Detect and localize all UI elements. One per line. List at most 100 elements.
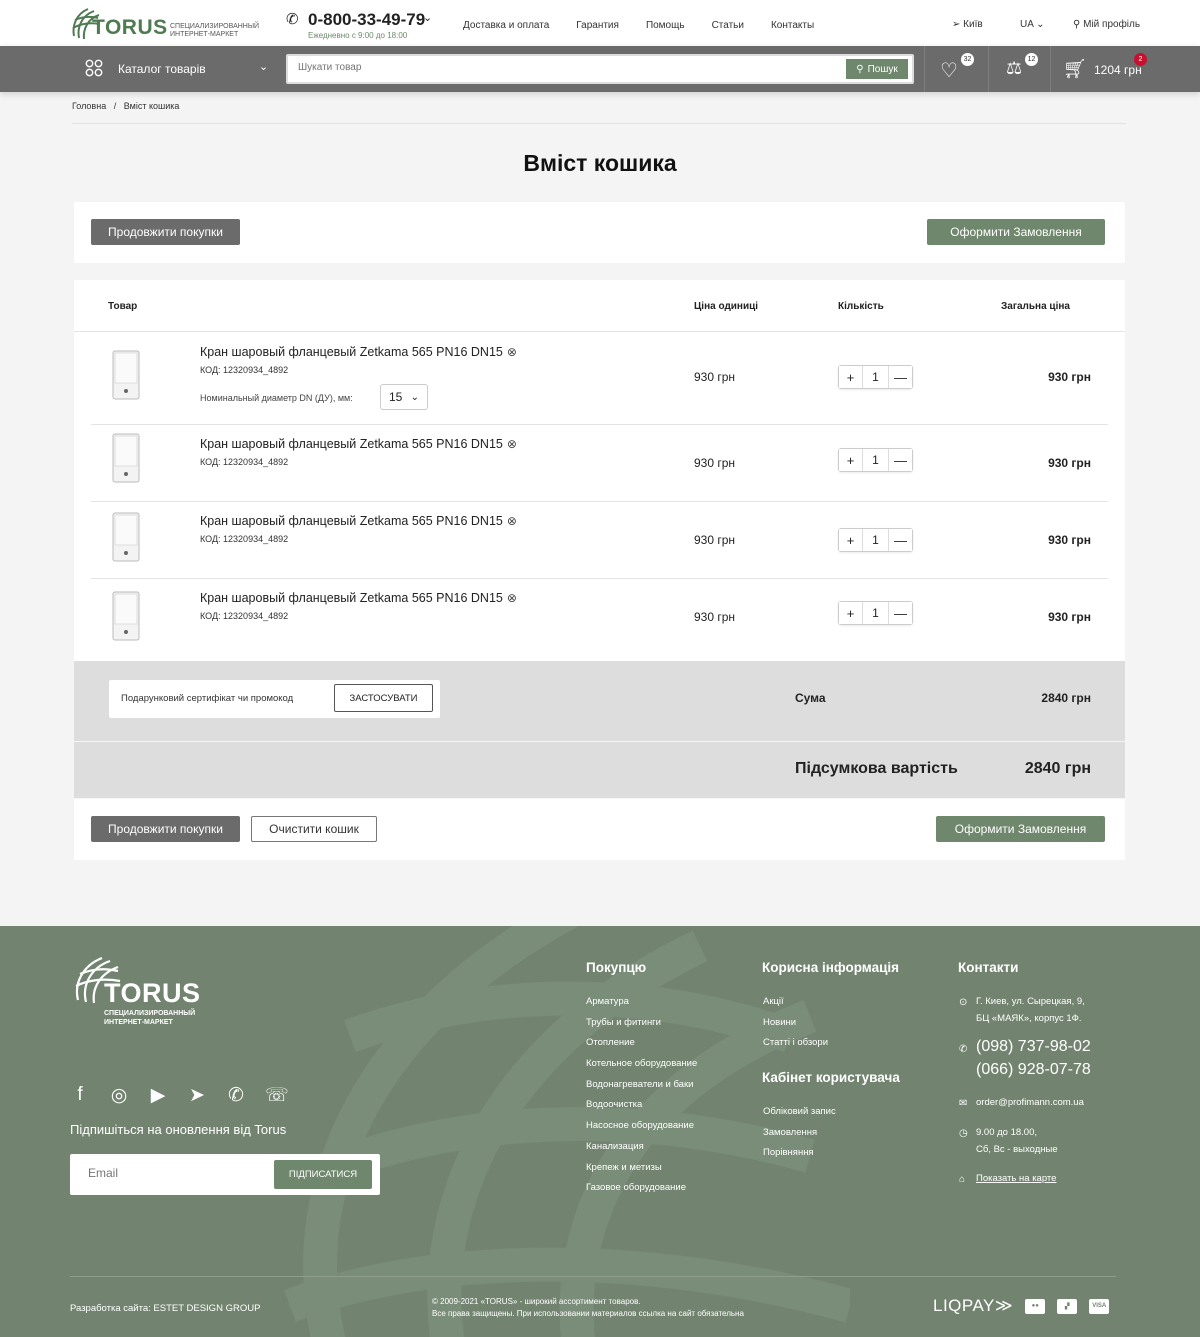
remove-item-icon[interactable]: ⊗ bbox=[507, 591, 517, 605]
compare-scales-icon[interactable]: ⚖ bbox=[1006, 58, 1022, 79]
profile-label: Мій профіль bbox=[1083, 19, 1141, 30]
catalog-grid-icon[interactable] bbox=[85, 59, 103, 77]
language-selector[interactable]: UA ⌄ bbox=[1020, 19, 1045, 30]
footer-link[interactable]: Порівняння bbox=[763, 1147, 836, 1168]
cart-total[interactable]: 1204 грн bbox=[1094, 63, 1142, 77]
promo-code-label[interactable]: Подарунковий сертифікат чи промокод bbox=[121, 693, 293, 704]
city-selector[interactable]: ➢ Київ bbox=[952, 19, 983, 30]
wishlist-heart-icon[interactable]: ♡ bbox=[940, 58, 958, 83]
whatsapp-icon[interactable]: ☏ bbox=[265, 1084, 289, 1107]
footer-link[interactable]: Акції bbox=[763, 996, 828, 1017]
quantity-input[interactable] bbox=[862, 449, 889, 471]
header-phone[interactable]: 0-800-33-49-79 bbox=[308, 10, 425, 30]
footer-link[interactable]: Статті і обзори bbox=[763, 1037, 828, 1058]
checkout-button[interactable]: Оформити Замовлення bbox=[936, 816, 1105, 842]
address-line-1: Г. Киев, ул. Сырецкая, 9, bbox=[976, 996, 1085, 1007]
nav-contacts[interactable]: Контакты bbox=[771, 20, 814, 31]
footer-link[interactable]: Водонагреватели и баки bbox=[586, 1079, 697, 1100]
breadcrumb-separator: / bbox=[113, 101, 117, 111]
telegram-icon[interactable]: ➤ bbox=[187, 1084, 207, 1107]
continue-shopping-button[interactable]: Продовжити покупки bbox=[91, 816, 240, 842]
profile-link[interactable]: ⚲ Мій профіль bbox=[1073, 19, 1140, 30]
footer-link[interactable]: Трубы и фитинги bbox=[586, 1017, 697, 1038]
email: ✉ order@profimann.com.ua bbox=[959, 1094, 1084, 1111]
logo[interactable]: TORUS СПЕЦИАЛИЗИРОВАННЫЙ ИНТЕРНЕТ-МАРКЕТ bbox=[70, 6, 259, 42]
footer-phone-2[interactable]: (066) 928-07-78 bbox=[976, 1061, 1091, 1079]
remove-item-icon[interactable]: ⊗ bbox=[507, 437, 517, 451]
email-field[interactable] bbox=[88, 1166, 258, 1180]
diameter-select[interactable]: 15 ⌄ bbox=[380, 384, 428, 410]
apply-promo-button[interactable]: ЗАСТОСУВАТИ bbox=[334, 684, 433, 712]
footer-link[interactable]: Газовое оборудование bbox=[586, 1182, 697, 1203]
product-name[interactable]: Кран шаровый фланцевый Zetkama 565 PN16 … bbox=[200, 345, 517, 359]
increase-quantity-button[interactable]: + bbox=[839, 449, 862, 471]
footer-link[interactable]: Арматура bbox=[586, 996, 697, 1017]
catalog-button[interactable]: Каталог товарів bbox=[118, 62, 206, 76]
breadcrumb-home[interactable]: Головна bbox=[72, 101, 106, 111]
map-link[interactable]: ⌂ Показать на карте bbox=[959, 1170, 1056, 1187]
nav-help[interactable]: Помощь bbox=[646, 20, 685, 31]
remove-item-icon[interactable]: ⊗ bbox=[507, 345, 517, 359]
unit-price: 930 грн bbox=[694, 456, 736, 470]
decrease-quantity-button[interactable]: — bbox=[889, 529, 912, 551]
phone-icon: ✆ bbox=[286, 11, 299, 28]
increase-quantity-button[interactable]: + bbox=[839, 366, 862, 388]
row-total: 930 грн bbox=[1048, 370, 1091, 384]
cart-table: Товар Ціна одиниці Кількість Загальна ці… bbox=[74, 280, 1125, 661]
promo-sum-band: Подарунковий сертифікат чи промокод ЗАСТ… bbox=[74, 661, 1125, 741]
nav-articles[interactable]: Статьи bbox=[712, 20, 744, 31]
instagram-icon[interactable]: ◎ bbox=[109, 1084, 129, 1107]
clear-cart-button[interactable]: Очистити кошик bbox=[251, 816, 377, 842]
search-input[interactable] bbox=[298, 62, 818, 73]
product-image[interactable] bbox=[110, 433, 142, 485]
wishlist-badge: 32 bbox=[961, 53, 974, 66]
footer-col-title-info: Корисна інформація bbox=[762, 960, 900, 975]
search-button[interactable]: ⚲ Пошук bbox=[846, 59, 908, 79]
product-image[interactable] bbox=[110, 512, 142, 564]
quantity-input[interactable] bbox=[862, 602, 889, 624]
footer-link[interactable]: Обліковий запис bbox=[763, 1106, 836, 1127]
checkout-button[interactable]: Оформити Замовлення bbox=[927, 219, 1105, 245]
map-icon: ⌂ bbox=[959, 1174, 966, 1185]
chevron-down-icon[interactable]: ⌄ bbox=[423, 11, 432, 24]
youtube-icon[interactable]: ▶ bbox=[148, 1084, 168, 1107]
product-name-text: Кран шаровый фланцевый Zetkama 565 PN16 … bbox=[200, 437, 503, 451]
subscribe-button[interactable]: ПІДПИСАТИСЯ bbox=[274, 1160, 372, 1189]
decrease-quantity-button[interactable]: — bbox=[889, 602, 912, 624]
email-link[interactable]: order@profimann.com.ua bbox=[976, 1094, 1084, 1111]
footer-link[interactable]: Отопление bbox=[586, 1037, 697, 1058]
footer-link[interactable]: Крепеж и метизы bbox=[586, 1162, 697, 1183]
facebook-icon[interactable]: f bbox=[70, 1084, 90, 1107]
footer: TORUS СПЕЦИАЛИЗИРОВАННЫЙ ИНТЕРНЕТ-МАРКЕТ… bbox=[0, 926, 1200, 1337]
nav-delivery[interactable]: Доставка и оплата bbox=[463, 20, 549, 31]
footer-link[interactable]: Канализация bbox=[586, 1141, 697, 1162]
product-name[interactable]: Кран шаровый фланцевый Zetkama 565 PN16 … bbox=[200, 591, 517, 605]
footer-phone-1[interactable]: (098) 737-98-02 bbox=[976, 1038, 1091, 1056]
footer-link[interactable]: Насосное оборудование bbox=[586, 1120, 697, 1141]
quantity-input[interactable] bbox=[862, 529, 889, 551]
footer-link[interactable]: Замовлення bbox=[763, 1127, 836, 1148]
footer-link[interactable]: Водоочистка bbox=[586, 1099, 697, 1120]
quantity-input[interactable] bbox=[862, 366, 889, 388]
product-name[interactable]: Кран шаровый фланцевый Zetkama 565 PN16 … bbox=[200, 437, 517, 451]
footer-link[interactable]: Котельное оборудование bbox=[586, 1058, 697, 1079]
decrease-quantity-button[interactable]: — bbox=[889, 449, 912, 471]
footer-link[interactable]: Новини bbox=[763, 1017, 828, 1038]
copyright-line-2: Все права защищены. При использовании ма… bbox=[432, 1309, 744, 1318]
decrease-quantity-button[interactable]: — bbox=[889, 366, 912, 388]
payment-logos: LIQPAY≫ ●● ▞ VISA bbox=[933, 1296, 1110, 1316]
developer-credit[interactable]: Разработка сайта: ESTET DESIGN GROUP bbox=[70, 1303, 260, 1314]
remove-item-icon[interactable]: ⊗ bbox=[507, 514, 517, 528]
product-name[interactable]: Кран шаровый фланцевый Zetkama 565 PN16 … bbox=[200, 514, 517, 528]
product-image[interactable] bbox=[110, 591, 142, 643]
continue-shopping-button[interactable]: Продовжити покупки bbox=[91, 219, 240, 245]
chevron-down-icon[interactable]: ⌄ bbox=[259, 60, 268, 73]
increase-quantity-button[interactable]: + bbox=[839, 602, 862, 624]
increase-quantity-button[interactable]: + bbox=[839, 529, 862, 551]
viber-icon[interactable]: ✆ bbox=[226, 1084, 246, 1107]
product-image[interactable] bbox=[110, 350, 142, 402]
nav-warranty[interactable]: Гарантия bbox=[576, 20, 619, 31]
product-code: КОД: 12320934_4892 bbox=[200, 534, 289, 544]
product-code: КОД: 12320934_4892 bbox=[200, 457, 289, 467]
cart-icon[interactable]: 🛒︎ bbox=[1063, 57, 1087, 81]
